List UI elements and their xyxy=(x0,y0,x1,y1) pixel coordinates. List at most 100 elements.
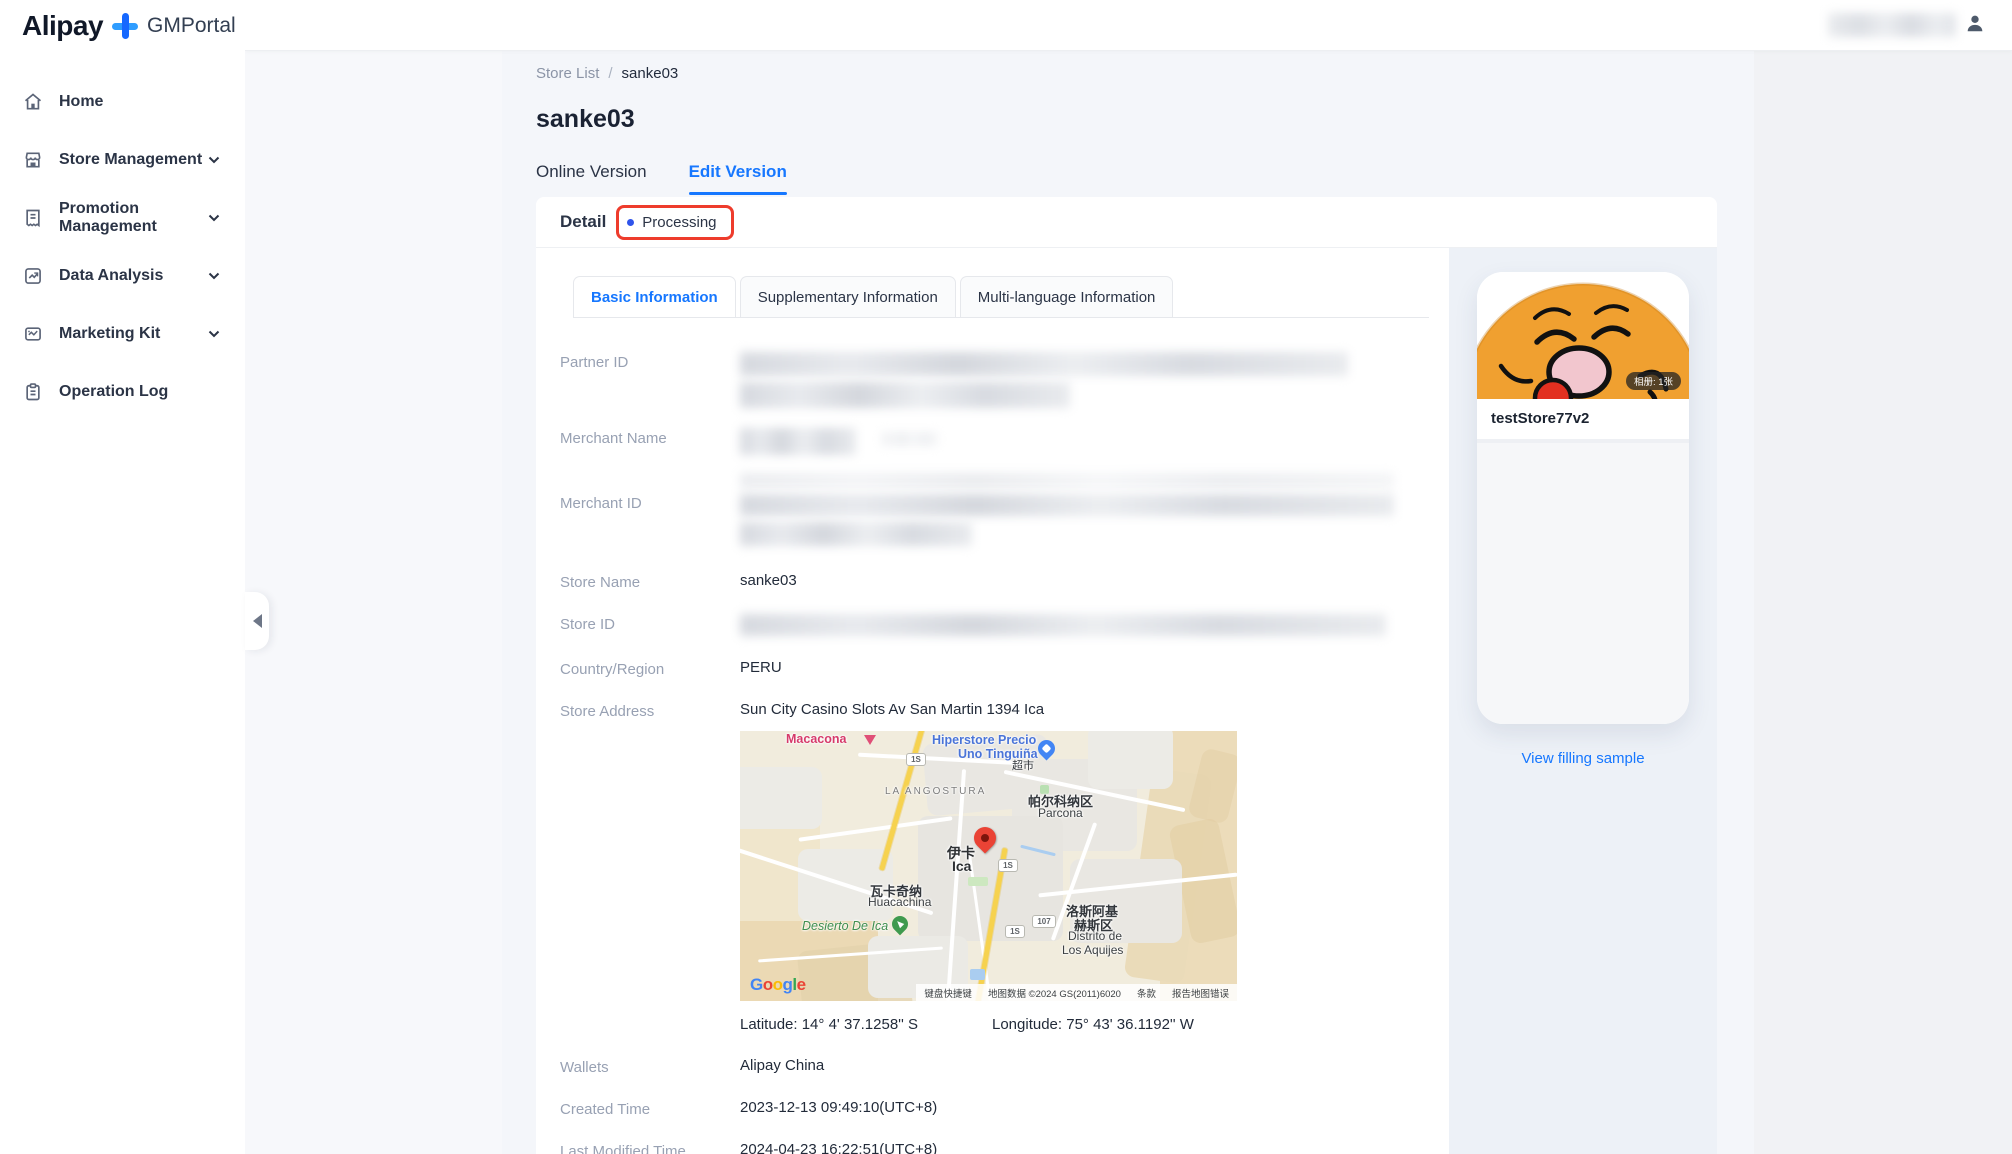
google-map[interactable]: Macacona Hiperstore Precio Uno Tinguiña … xyxy=(740,731,1237,1001)
app-root: Alipay GMPortal Home Store Management xyxy=(0,0,2012,1154)
sidebar-item-label: Marketing Kit xyxy=(59,325,207,343)
sidebar-item-label: Home xyxy=(59,93,221,111)
detail-card: Detail Processing Basic Information Supp… xyxy=(536,197,1717,1154)
breadcrumb: Store List / sanke03 xyxy=(536,65,1719,82)
user-account-blurred[interactable] xyxy=(1828,13,1956,37)
alipay-plus-icon xyxy=(112,13,138,39)
sidebar-item-data-analysis[interactable]: Data Analysis xyxy=(0,247,245,305)
sidebar-item-label: Promotion Management xyxy=(59,200,207,236)
clipboard-icon xyxy=(22,381,44,403)
field-label: Last Modified Time xyxy=(560,1141,740,1154)
map-label-ica: Ica xyxy=(952,858,971,874)
map-label-macacona: Macacona xyxy=(786,732,846,746)
field-label: Merchant ID xyxy=(560,473,740,546)
preview-body-placeholder xyxy=(1477,443,1689,724)
sidebar-collapse-handle[interactable] xyxy=(245,592,269,650)
map-route-shield-1s: 1S xyxy=(1005,925,1025,938)
sidebar-item-label: Data Analysis xyxy=(59,267,207,285)
view-filling-sample-link[interactable]: View filling sample xyxy=(1521,750,1644,767)
sidebar-item-operation-log[interactable]: Operation Log xyxy=(0,363,245,421)
sidebar-item-promotion-management[interactable]: Promotion Management xyxy=(0,189,245,247)
row-wallets: Wallets Alipay China xyxy=(560,1057,1449,1076)
store-name-value: sanke03 xyxy=(740,572,797,591)
tab-online-version[interactable]: Online Version xyxy=(536,162,647,195)
redacted-block xyxy=(740,473,1394,488)
main-area: Store List / sanke03 sanke03 Online Vers… xyxy=(245,0,2012,1154)
map-terms-link[interactable]: 条款 xyxy=(1137,986,1156,1000)
field-value-redacted xyxy=(740,428,938,455)
media-icon xyxy=(22,323,44,345)
preview-store-name: testStore77v2 xyxy=(1477,399,1689,443)
country-value: PERU xyxy=(740,659,782,678)
store-preview-card: 相册: 1张 testStore77v2 xyxy=(1477,272,1689,724)
sidebar-item-label: Store Management xyxy=(59,151,207,169)
alipay-logo-text: Alipay xyxy=(22,10,103,42)
tab-supplementary-information[interactable]: Supplementary Information xyxy=(740,276,956,317)
wallets-value: Alipay China xyxy=(740,1057,824,1076)
map-route-shield-1s: 1S xyxy=(906,753,926,766)
breadcrumb-store-list[interactable]: Store List xyxy=(536,65,599,82)
breadcrumb-current: sanke03 xyxy=(622,65,679,82)
field-value-redacted xyxy=(740,614,1386,636)
tab-edit-version[interactable]: Edit Version xyxy=(689,162,787,195)
row-partner-id: Partner ID xyxy=(560,352,1449,408)
content: Store List / sanke03 sanke03 Online Vers… xyxy=(245,51,2012,1154)
chart-icon xyxy=(22,265,44,287)
tab-multilanguage-information[interactable]: Multi-language Information xyxy=(960,276,1174,317)
status-processing: Processing xyxy=(642,214,716,231)
status-dot-icon xyxy=(627,219,634,226)
map-urban xyxy=(1088,731,1173,789)
created-time-value: 2023-12-13 09:49:10(UTC+8) xyxy=(740,1099,937,1118)
map-marker-macacona xyxy=(864,735,876,745)
detail-card-header: Detail Processing xyxy=(536,197,1717,248)
chevron-down-icon xyxy=(207,327,221,341)
version-tabs: Online Version Edit Version xyxy=(536,162,1719,195)
field-label: Merchant Name xyxy=(560,428,740,455)
info-tabs: Basic Information Supplementary Informat… xyxy=(573,276,1429,318)
coordinates-row: Latitude: 14° 4' 37.1258'' S Longitude: … xyxy=(740,1016,1449,1033)
tab-basic-information[interactable]: Basic Information xyxy=(573,276,736,317)
redacted-block xyxy=(740,614,1386,636)
row-merchant-id: Merchant ID xyxy=(560,473,1449,546)
store-photo: 相册: 1张 xyxy=(1477,272,1689,399)
map-route-shield-107: 107 xyxy=(1032,915,1056,928)
map-water xyxy=(970,969,985,980)
redacted-block xyxy=(740,428,856,455)
storefront-icon xyxy=(22,149,44,171)
sidebar-item-store-management[interactable]: Store Management xyxy=(0,131,245,189)
sidebar-item-home[interactable]: Home xyxy=(0,73,245,131)
field-label: Store ID xyxy=(560,614,740,636)
sidebar-item-marketing-kit[interactable]: Marketing Kit xyxy=(0,305,245,363)
redacted-block xyxy=(740,494,1394,516)
user-icon[interactable] xyxy=(1964,12,1986,39)
sidebar-nav: Home Store Management Promotion Manageme… xyxy=(0,51,245,421)
field-label: Country/Region xyxy=(560,659,740,678)
map-park xyxy=(968,877,988,886)
redacted-block xyxy=(740,382,1070,408)
logo: Alipay GMPortal xyxy=(0,0,245,51)
field-label: Partner ID xyxy=(560,352,740,408)
map-attribution: 键盘快捷键 地图数据 ©2024 GS(2011)6020 条款 报告地图错误 xyxy=(916,984,1237,1001)
address-block: Sun City Casino Slots Av San Martin 1394… xyxy=(740,701,1449,1033)
topbar xyxy=(245,0,2012,51)
last-modified-value: 2024-04-23 16:22:51(UTC+8) xyxy=(740,1141,937,1154)
right-gutter xyxy=(1754,51,2012,1154)
map-report-error-link[interactable]: 报告地图错误 xyxy=(1172,986,1229,1000)
field-value-redacted xyxy=(740,473,1394,546)
google-logo[interactable]: Google xyxy=(750,975,806,995)
gmportal-logo-text: GMPortal xyxy=(147,14,236,38)
map-marker-desierto xyxy=(889,913,912,936)
row-country: Country/Region PERU xyxy=(560,659,1449,678)
field-label: Created Time xyxy=(560,1099,740,1118)
longitude-value: Longitude: 75° 43' 36.1192'' W xyxy=(992,1016,1194,1033)
field-value-redacted xyxy=(740,352,1348,408)
map-label-desierto: Desierto De Ica xyxy=(802,919,888,933)
map-keyboard-shortcuts[interactable]: 键盘快捷键 xyxy=(924,986,972,1000)
row-store-address: Store Address Sun City Casino Slots Av S… xyxy=(560,701,1449,1033)
map-data-attribution: 地图数据 ©2024 GS(2011)6020 xyxy=(988,986,1121,1000)
row-store-id: Store ID xyxy=(560,614,1449,636)
map-label-parcona: Parcona xyxy=(1038,806,1083,820)
breadcrumb-separator: / xyxy=(608,65,612,82)
page-container: Store List / sanke03 sanke03 Online Vers… xyxy=(502,51,1754,1154)
latitude-value: Latitude: 14° 4' 37.1258'' S xyxy=(740,1016,992,1033)
